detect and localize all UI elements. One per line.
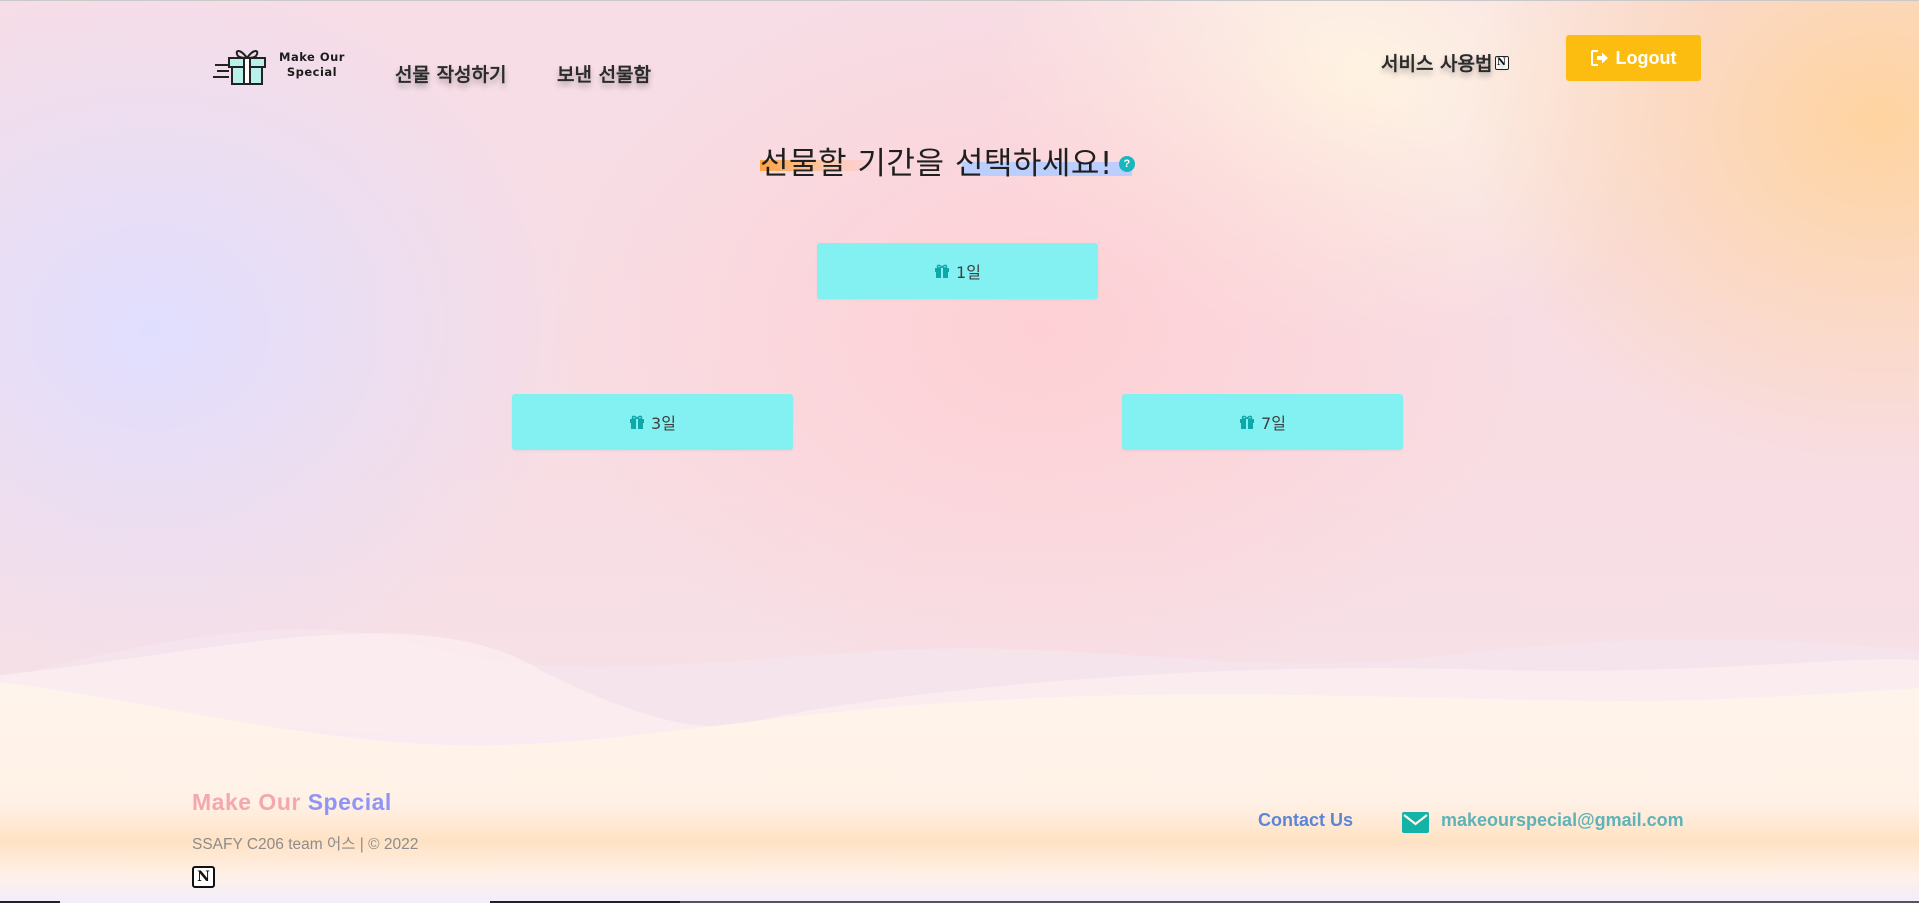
- title-area: 선물할 기간을 선택하세요! ?: [760, 138, 1135, 183]
- page-title-text: 선물할 기간을 선택하세요!: [760, 146, 1113, 182]
- page-title: 선물할 기간을 선택하세요!: [760, 138, 1132, 183]
- notion-icon: N: [1494, 55, 1509, 70]
- footer-brand-part1: Make Our: [192, 789, 301, 815]
- footer-waves: [0, 629, 1919, 903]
- gift-icon: [1240, 415, 1255, 429]
- option-7day-label: 7일: [1261, 414, 1286, 433]
- bottom-edge: [0, 901, 1919, 903]
- nav-create-gift[interactable]: 선물 작성하기: [395, 60, 507, 87]
- logo-text-line2: Special: [286, 65, 338, 79]
- contact-us-label: Contact Us: [1258, 810, 1354, 830]
- option-3day-label: 3일: [651, 414, 676, 433]
- gift-icon: [630, 415, 645, 429]
- top-border: [0, 0, 1919, 1]
- logo-text: Make Our Special: [279, 50, 345, 80]
- option-7day-button[interactable]: 7일: [1122, 394, 1403, 450]
- service-guide-link[interactable]: 서비스 사용법 N: [1381, 49, 1509, 76]
- logout-button[interactable]: Logout: [1566, 35, 1701, 81]
- footer-brand-part2: Special: [307, 789, 392, 815]
- help-icon[interactable]: ?: [1118, 155, 1135, 172]
- notion-icon[interactable]: N: [192, 866, 215, 888]
- logout-icon: [1590, 50, 1608, 66]
- gift-logo-icon: [213, 50, 266, 85]
- logout-label: Logout: [1615, 47, 1677, 68]
- footer-brand: Make Our Special: [192, 789, 392, 816]
- mail-icon: [1402, 812, 1429, 833]
- option-3day-button[interactable]: 3일: [512, 394, 793, 450]
- gift-icon: [935, 264, 950, 278]
- logo-text-line1: Make Our: [279, 50, 345, 64]
- contact-email-link[interactable]: makeourspecial@gmail.com: [1441, 810, 1684, 831]
- option-1day-button[interactable]: 1일: [817, 243, 1098, 299]
- option-1day-label: 1일: [956, 263, 981, 282]
- service-guide-label: 서비스 사용법: [1381, 53, 1493, 75]
- nav-sent-gifts[interactable]: 보낸 선물함: [557, 60, 651, 87]
- footer-copyright: SSAFY C206 team 어스 | © 2022: [192, 836, 419, 853]
- logo[interactable]: Make Our Special: [213, 44, 345, 86]
